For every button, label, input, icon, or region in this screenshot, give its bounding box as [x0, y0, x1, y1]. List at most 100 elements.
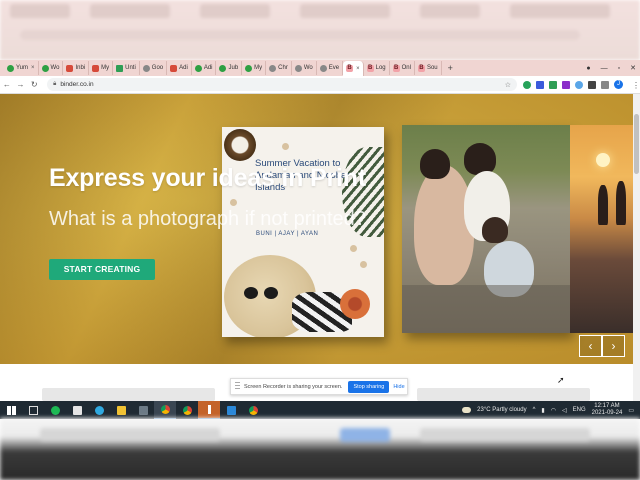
windows-taskbar: 23°C Partly cloudy ^ ▮ ◠ ◁ ENG 12:17 AM … — [0, 401, 640, 419]
close-tab-icon[interactable]: × — [31, 65, 35, 71]
browser-tab[interactable]: Sou — [415, 61, 442, 75]
photobook-cover-sunset — [570, 125, 640, 333]
chevron-left-icon[interactable]: ‹ — [579, 335, 602, 357]
forward-icon[interactable]: → — [14, 80, 28, 89]
folder-icon[interactable] — [110, 401, 132, 419]
browser-tab[interactable]: My — [89, 61, 114, 75]
extensions-area: J ⋮ — [523, 80, 640, 90]
restore-icon[interactable]: ▫ — [618, 65, 620, 72]
browser-tab[interactable]: Onl — [390, 61, 415, 75]
stop-sharing-button[interactable]: Stop sharing — [348, 380, 390, 393]
menu-icon[interactable]: ⋮ — [632, 81, 640, 90]
browser-tab[interactable]: Log — [364, 61, 390, 75]
page-scrollbar[interactable] — [633, 94, 640, 401]
puzzle-icon[interactable] — [588, 80, 596, 89]
profile-avatar[interactable]: J — [614, 80, 623, 89]
window-controls: ● — ▫ ✕ — [586, 60, 636, 76]
browser-tab[interactable]: Adi — [192, 61, 217, 75]
browser-tab[interactable]: Wo — [292, 61, 317, 75]
weather-icon[interactable] — [462, 407, 472, 413]
task-view-icon[interactable] — [22, 401, 44, 419]
notifications-icon[interactable]: ▭ — [628, 407, 634, 414]
share-message: Screen Recorder is sharing your screen. — [244, 383, 343, 390]
browser-tab[interactable]: Adi — [167, 61, 192, 75]
browser-tab[interactable]: Inbi — [63, 61, 90, 75]
blurred-screen-bottom — [0, 418, 640, 480]
browser-tab[interactable]: Jub — [216, 61, 243, 75]
gmail-icon — [92, 64, 100, 72]
calculator-icon[interactable] — [132, 401, 154, 419]
chrome-icon[interactable] — [242, 401, 264, 419]
chevron-up-icon[interactable]: ^ — [533, 407, 536, 413]
minimize-icon[interactable]: — — [601, 65, 608, 72]
photobook-cover-family — [402, 125, 570, 333]
whatsapp-icon — [219, 64, 227, 72]
browser-tab[interactable]: Unti — [113, 61, 140, 75]
pin-icon[interactable] — [601, 80, 609, 89]
whatsapp-icon — [194, 64, 202, 72]
browser-tab[interactable]: Goo — [140, 61, 168, 75]
new-tab-button[interactable]: + — [442, 63, 459, 73]
bookmark-star-icon[interactable]: ☆ — [505, 81, 511, 89]
weather-text[interactable]: 23°C Partly cloudy — [477, 407, 526, 413]
browser-tab[interactable]: Yum × — [4, 61, 39, 75]
address-bar[interactable]: 🔒︎ binder.co.in ☆ — [47, 78, 517, 91]
extension-icon[interactable] — [536, 80, 544, 89]
chrome-icon[interactable] — [154, 401, 176, 419]
browser-tab[interactable]: Wo — [39, 61, 64, 75]
recorder-icon[interactable] — [198, 401, 220, 419]
globe-icon — [269, 64, 277, 72]
drag-handle-icon[interactable] — [235, 382, 240, 391]
photobook-cover-vacation: Summer Vacation to Andaman and Nicobar I… — [222, 127, 384, 337]
clock[interactable]: 12:17 AM 2021-09-24 — [592, 403, 623, 417]
close-tab-icon[interactable]: × — [356, 66, 360, 72]
whatsapp-icon — [245, 64, 253, 72]
screen: Yum × Wo Inbi My Unti Goo Adi Adi Jub My … — [0, 0, 640, 480]
battery-icon[interactable]: ▮ — [541, 407, 544, 414]
chrome-icon[interactable] — [176, 401, 198, 419]
product-card[interactable] — [417, 388, 590, 401]
sheets-icon — [116, 64, 124, 72]
volume-icon[interactable]: ◁ — [562, 407, 567, 414]
binder-icon — [346, 65, 354, 72]
url-text[interactable]: binder.co.in — [60, 81, 93, 88]
reload-icon[interactable]: ↻ — [27, 80, 41, 89]
chevron-right-icon[interactable]: › — [602, 335, 625, 357]
extension-icon[interactable] — [523, 80, 531, 89]
hero-banner: Summer Vacation to Andaman and Nicobar I… — [0, 94, 640, 364]
hero-headline: Express your ideas in Print — [49, 164, 366, 192]
blurred-screen-top — [0, 0, 640, 60]
extension-icon[interactable] — [549, 80, 557, 89]
edge-icon[interactable] — [88, 401, 110, 419]
windows-start-icon[interactable] — [0, 401, 22, 419]
screen-share-notification: Screen Recorder is sharing your screen. … — [230, 378, 408, 395]
system-tray: 23°C Partly cloudy ^ ▮ ◠ ◁ ENG 12:17 AM … — [462, 403, 640, 417]
browser-toolbar: ← → ↻ 🔒︎ binder.co.in ☆ J ⋮ — [0, 76, 640, 94]
sun-image — [596, 153, 610, 167]
globe-icon — [319, 64, 327, 72]
lock-icon[interactable]: 🔒︎ — [53, 81, 56, 88]
gmail-icon — [66, 64, 74, 72]
hide-button[interactable]: Hide — [393, 384, 404, 390]
browser-tab-active[interactable]: × — [343, 61, 364, 76]
tab-search-icon[interactable]: ● — [586, 65, 590, 72]
browser-tab[interactable]: My — [242, 61, 267, 75]
browser-tab[interactable]: Eve — [317, 61, 344, 75]
store-icon[interactable] — [66, 401, 88, 419]
back-icon[interactable]: ← — [0, 80, 14, 89]
close-window-icon[interactable]: ✕ — [630, 64, 636, 72]
mouse-cursor-icon: ➚ — [557, 375, 565, 385]
browser-tab[interactable]: Chr — [266, 61, 292, 75]
globe-icon — [294, 64, 302, 72]
carousel-controls: ‹ › — [579, 335, 625, 357]
wifi-icon[interactable]: ◠ — [551, 407, 556, 414]
start-creating-button[interactable]: START CREATING — [49, 259, 155, 280]
gmail-icon — [170, 64, 178, 72]
product-card[interactable] — [42, 388, 215, 401]
extension-icon[interactable] — [575, 80, 583, 89]
spotify-icon[interactable] — [44, 401, 66, 419]
whatsapp-icon — [41, 64, 49, 72]
language-indicator[interactable]: ENG — [573, 407, 586, 413]
extension-icon[interactable] — [562, 80, 570, 89]
mail-icon[interactable] — [220, 401, 242, 419]
